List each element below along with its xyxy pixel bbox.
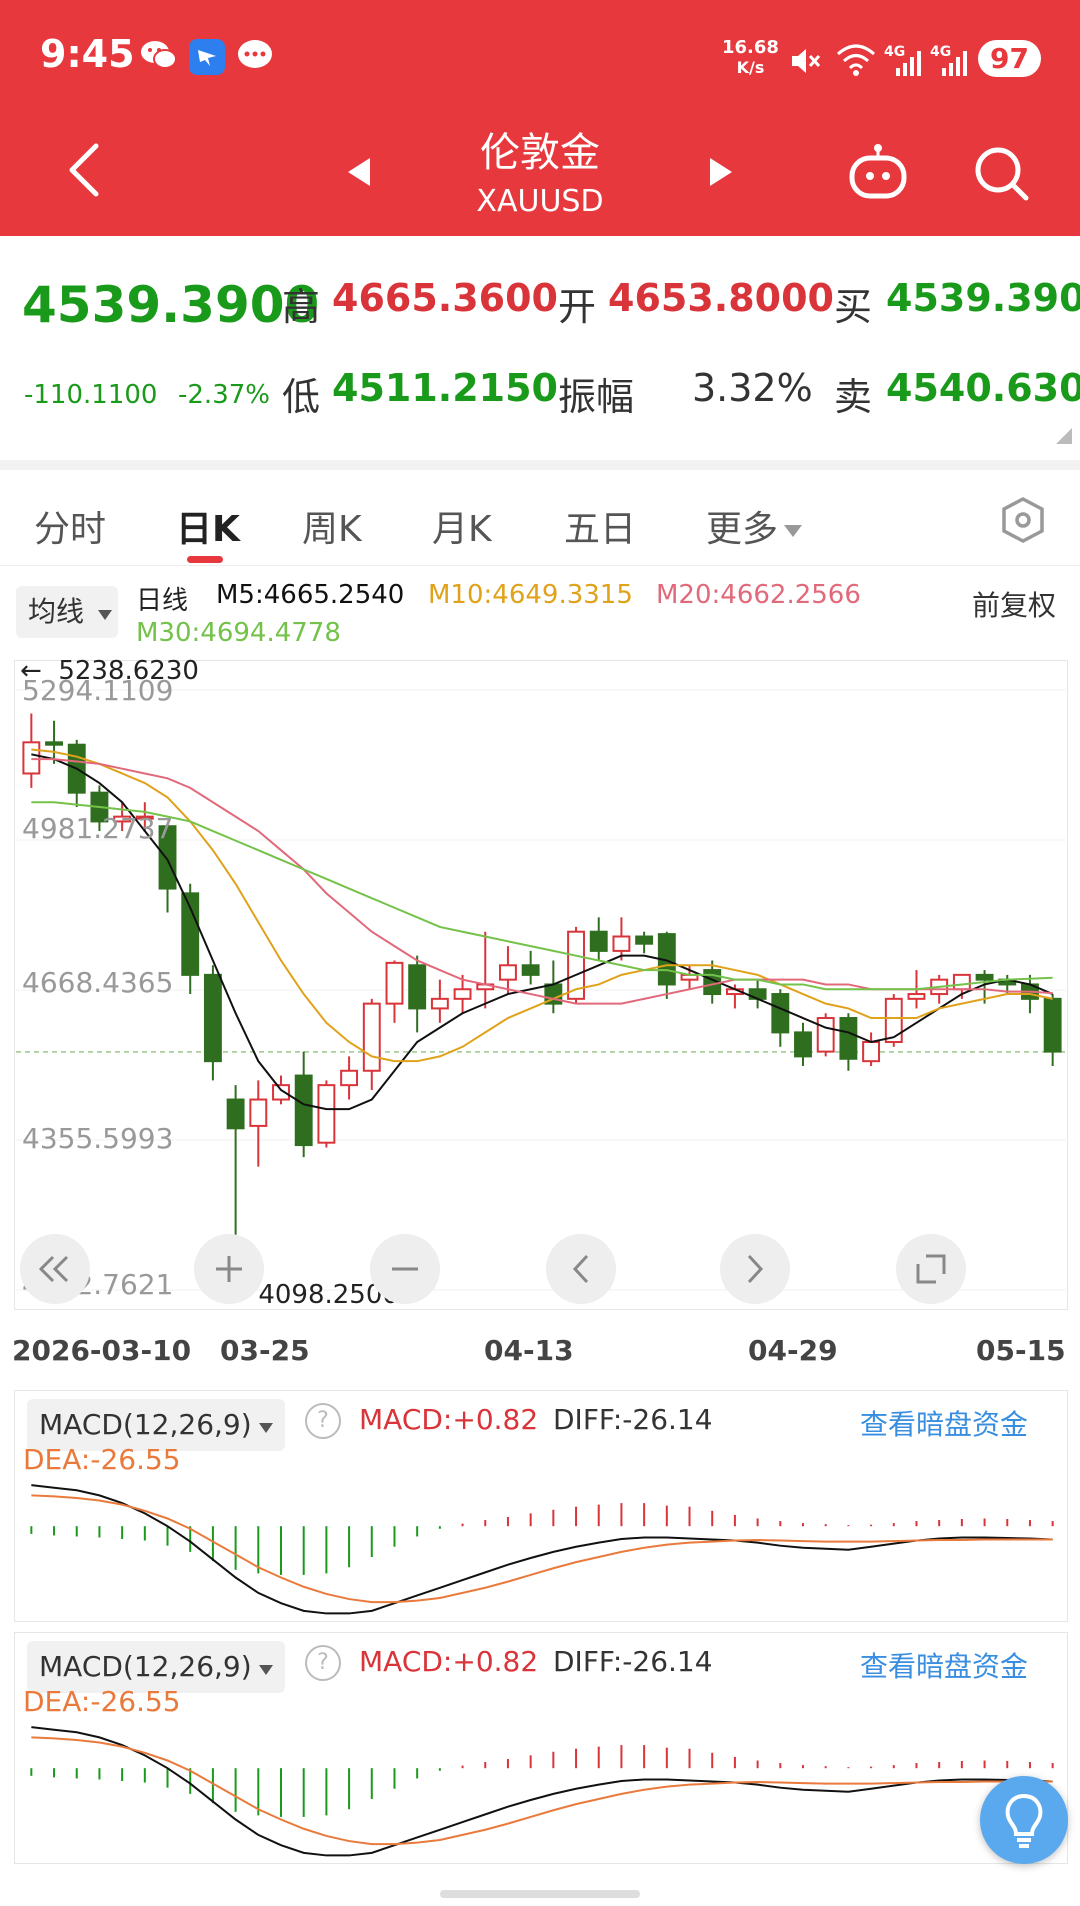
lightbulb-icon — [1005, 1793, 1043, 1848]
assistant-bulb-button[interactable] — [980, 1776, 1068, 1864]
diff-line — [31, 1726, 1053, 1857]
app-screen: 9:45 16.68 K/s 4G 4G 97 伦敦金 XAUUSD 4539.… — [0, 0, 1080, 1906]
dea-line — [31, 1736, 1053, 1846]
macd-chart-2 — [30, 1726, 1054, 1857]
home-indicator — [440, 1890, 640, 1898]
